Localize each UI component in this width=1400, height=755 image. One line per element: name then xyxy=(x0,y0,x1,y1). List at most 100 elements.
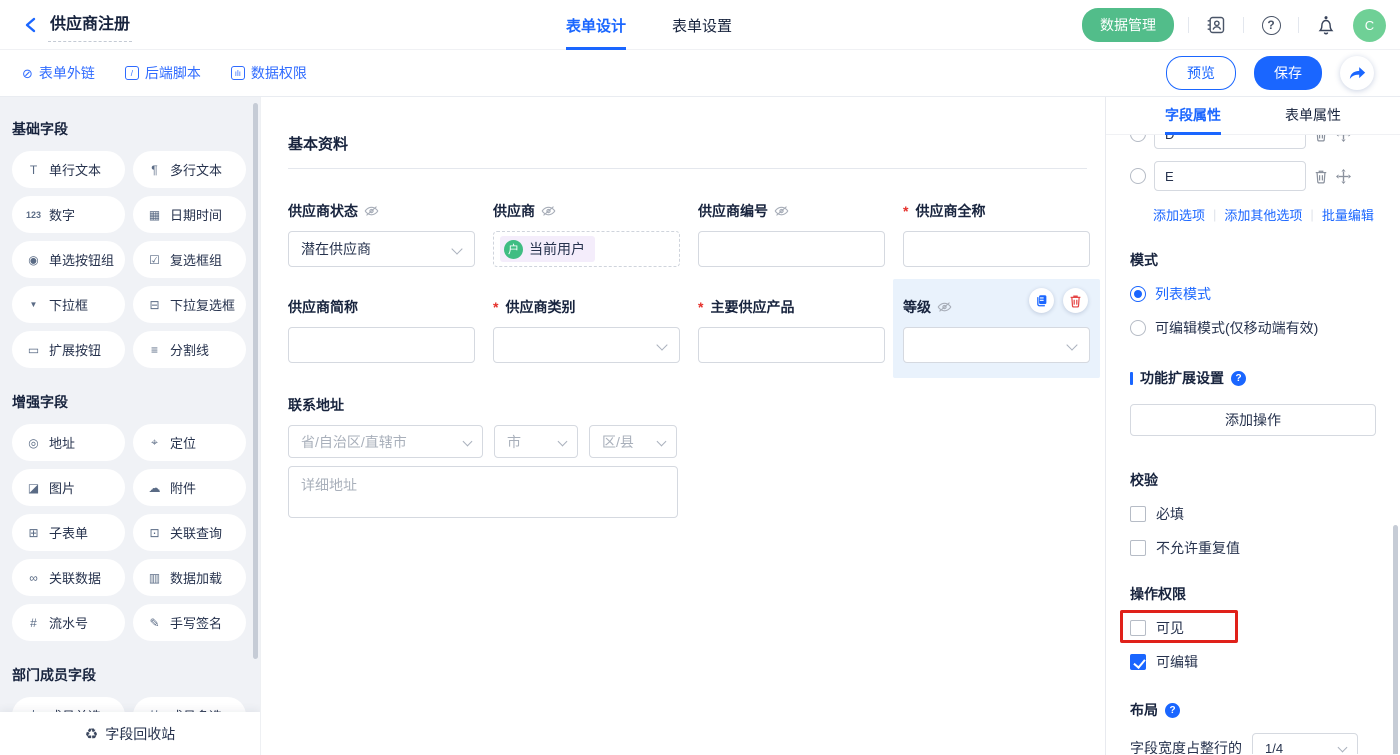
grade-select[interactable] xyxy=(903,327,1090,363)
supplier-member-field[interactable]: 户 当前用户 xyxy=(493,231,680,267)
data-permission-link[interactable]: ılı 数据权限 xyxy=(231,63,307,83)
backend-script-link[interactable]: / 后端脚本 xyxy=(125,63,201,83)
sidebar-item-serial-number[interactable]: #流水号 xyxy=(12,604,125,641)
sidebar-item-multi-line-text[interactable]: ¶多行文本 xyxy=(133,151,246,188)
data-loading-icon: ▥ xyxy=(146,571,163,585)
delete-field-button[interactable] xyxy=(1063,288,1088,313)
address-detail-textarea[interactable] xyxy=(288,466,678,518)
field-main-products[interactable]: *主要供应产品 xyxy=(698,297,885,363)
copy-field-button[interactable] xyxy=(1029,288,1054,313)
editable-checkbox-row[interactable]: 可编辑 xyxy=(1130,652,1376,672)
field-supplier-status[interactable]: 供应商状态 潜在供应商 xyxy=(288,201,475,267)
subform-icon: ⊞ xyxy=(25,526,42,540)
option-radio[interactable] xyxy=(1130,135,1146,142)
share-button[interactable] xyxy=(1340,56,1374,90)
sidebar-item-dropdown-multi[interactable]: ⊟下拉复选框 xyxy=(133,286,246,323)
visible-checkbox-row[interactable]: 可见 xyxy=(1130,618,1376,638)
sidebar-item-single-line-text[interactable]: T单行文本 xyxy=(12,151,125,188)
sidebar-item-address[interactable]: ◎地址 xyxy=(12,424,125,461)
panel-scrollbar[interactable] xyxy=(1393,525,1398,754)
drag-option-icon[interactable] xyxy=(1336,169,1351,184)
sidebar-item-number[interactable]: 123数字 xyxy=(12,196,125,233)
supplier-category-select[interactable] xyxy=(493,327,680,363)
option-row-d xyxy=(1130,135,1376,149)
sidebar-scrollbar[interactable] xyxy=(253,103,258,659)
save-button[interactable]: 保存 xyxy=(1254,56,1322,90)
option-radio[interactable] xyxy=(1130,168,1146,184)
field-supplier-short-name[interactable]: 供应商简称 xyxy=(288,297,475,363)
sidebar-item-dropdown[interactable]: ▼下拉框 xyxy=(12,286,125,323)
sidebar-item-data-loading[interactable]: ▥数据加载 xyxy=(133,559,246,596)
field-supplier-full-name[interactable]: *供应商全称 xyxy=(903,201,1090,267)
field-supplier-category[interactable]: *供应商类别 xyxy=(493,297,680,363)
supplier-short-name-input[interactable] xyxy=(288,327,475,363)
sidebar-item-subform[interactable]: ⊞子表单 xyxy=(12,514,125,551)
sidebar-item-checkbox-group[interactable]: ☑复选框组 xyxy=(133,241,246,278)
help-icon[interactable]: ? xyxy=(1258,12,1284,38)
supplier-code-input[interactable] xyxy=(698,231,885,267)
user-chip-icon: 户 xyxy=(504,240,523,259)
editable-mode-radio[interactable]: 可编辑模式(仅移动端有效) xyxy=(1130,318,1376,338)
city-select[interactable]: 市 xyxy=(494,425,578,458)
delete-option-icon[interactable] xyxy=(1314,135,1328,142)
field-supplier[interactable]: 供应商 户 当前用户 xyxy=(493,201,680,267)
field-grade-selected[interactable]: 等级 xyxy=(893,279,1100,378)
supplier-status-select[interactable]: 潜在供应商 xyxy=(288,231,475,267)
required-checkbox-row[interactable]: 必填 xyxy=(1130,504,1376,524)
secondary-toolbar: ⊘ 表单外链 / 后端脚本 ılı 数据权限 预览 保存 xyxy=(0,50,1400,97)
preview-button[interactable]: 预览 xyxy=(1166,56,1236,90)
tab-form-properties[interactable]: 表单属性 xyxy=(1285,97,1341,135)
help-badge-icon[interactable]: ? xyxy=(1165,703,1180,718)
sidebar-item-radio-group[interactable]: ◉单选按钮组 xyxy=(12,241,125,278)
sidebar-item-datetime[interactable]: ▦日期时间 xyxy=(133,196,246,233)
drag-option-icon[interactable] xyxy=(1336,135,1351,142)
page-title[interactable]: 供应商注册 xyxy=(48,8,132,42)
divider xyxy=(1243,17,1244,33)
sidebar-item-linked-query[interactable]: ⊡关联查询 xyxy=(133,514,246,551)
field-contact-address[interactable]: 联系地址 省/自治区/直辖市 市 区/县 xyxy=(288,395,1087,523)
tab-form-design[interactable]: 表单设计 xyxy=(566,0,626,50)
add-option-link[interactable]: 添加选项 xyxy=(1153,205,1205,224)
option-value-input[interactable] xyxy=(1154,135,1306,149)
current-user-chip[interactable]: 户 当前用户 xyxy=(500,236,595,262)
sidebar-item-extend-button[interactable]: ▭扩展按钮 xyxy=(12,331,125,368)
option-value-input[interactable] xyxy=(1154,161,1306,191)
district-select[interactable]: 区/县 xyxy=(589,425,677,458)
main-products-input[interactable] xyxy=(698,327,885,363)
no-duplicate-checkbox-row[interactable]: 不允许重复值 xyxy=(1130,538,1376,558)
notification-bell-icon[interactable] xyxy=(1313,12,1339,38)
radio-checked-icon xyxy=(1130,286,1146,302)
back-icon[interactable] xyxy=(20,14,42,36)
tab-form-settings[interactable]: 表单设置 xyxy=(672,0,732,50)
eye-off-icon xyxy=(541,205,556,217)
help-badge-icon[interactable]: ? xyxy=(1231,371,1246,386)
field-width-select[interactable]: 1/4 xyxy=(1252,733,1358,754)
eye-off-icon xyxy=(364,205,379,217)
section-title-basic-fields: 基础字段 xyxy=(12,119,246,139)
delete-option-icon[interactable] xyxy=(1314,169,1328,184)
list-mode-radio[interactable]: 列表模式 xyxy=(1130,284,1376,304)
data-manage-button[interactable]: 数据管理 xyxy=(1082,8,1174,42)
field-actions xyxy=(1029,288,1088,313)
supplier-full-name-input[interactable] xyxy=(903,231,1090,267)
sidebar-item-divider-line[interactable]: ≡分割线 xyxy=(133,331,246,368)
form-external-link[interactable]: ⊘ 表单外链 xyxy=(22,63,95,83)
sidebar-item-linked-data[interactable]: ∞关联数据 xyxy=(12,559,125,596)
batch-edit-link[interactable]: 批量编辑 xyxy=(1322,205,1374,224)
user-avatar[interactable]: C xyxy=(1353,9,1386,42)
field-recycle-bin[interactable]: ♻ 字段回收站 xyxy=(0,712,260,755)
sidebar-item-attachment[interactable]: ☁附件 xyxy=(133,469,246,506)
sidebar-item-location[interactable]: ⌖定位 xyxy=(133,424,246,461)
add-other-option-link[interactable]: 添加其他选项 xyxy=(1224,205,1302,224)
sidebar-item-image[interactable]: ◪图片 xyxy=(12,469,125,506)
add-operation-button[interactable]: 添加操作 xyxy=(1130,404,1376,436)
tab-field-properties[interactable]: 字段属性 xyxy=(1165,97,1221,135)
field-grid: 供应商状态 潜在供应商 供应商 户 当前用户 供应商编号 *供应商全称 xyxy=(288,201,1087,363)
province-select[interactable]: 省/自治区/直辖市 xyxy=(288,425,483,458)
form-section-title[interactable]: 基本资料 xyxy=(288,133,1087,169)
field-supplier-code[interactable]: 供应商编号 xyxy=(698,201,885,267)
dropdown-icon: ▼ xyxy=(25,300,42,309)
address-book-icon[interactable] xyxy=(1203,12,1229,38)
divider xyxy=(1188,17,1189,33)
sidebar-item-signature[interactable]: ✎手写签名 xyxy=(133,604,246,641)
